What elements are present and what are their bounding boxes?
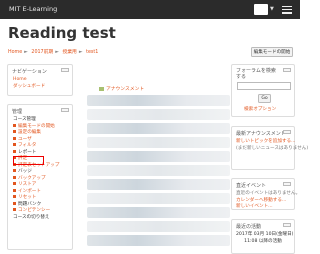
course-section-placeholder [87, 179, 230, 190]
upcoming-events-block: 直近イベント 直近のイベントはありません。 カレンダーへ移動する... 新しいイ… [231, 178, 301, 211]
breadcrumb-category[interactable]: 授業用 [62, 50, 76, 55]
no-events-text: 直近のイベントはありません。 [236, 191, 301, 196]
new-event-link[interactable]: 新しいイベント... [236, 204, 290, 211]
add-topic-link[interactable]: 新しいトピックを追加する... [236, 139, 296, 146]
gear-icon [13, 130, 16, 133]
activity-since-date: 2017年 03月 10日(金曜日) [236, 232, 294, 237]
breadcrumb-term[interactable]: 2017前期 [31, 50, 53, 55]
block-controls-icon[interactable] [61, 108, 69, 112]
administration-block: 管理 コース管理 編集モードの開始 設定の編集 ユーザ フィルタ レポート 評定… [7, 104, 73, 250]
course-section-placeholder [87, 165, 230, 176]
course-section-placeholder [87, 137, 230, 148]
no-news-text: (まだ新しいニュースはありません) [236, 145, 309, 151]
competency-icon [13, 208, 16, 211]
course-section-placeholder [87, 207, 230, 218]
turn-editing-on-button[interactable]: 編集モードの開始 [251, 47, 293, 57]
navigation-block: ナビゲーション Home ダッシュボード [7, 64, 73, 96]
reset-icon [13, 195, 16, 198]
course-section-placeholder [87, 193, 230, 204]
chart-icon [13, 149, 16, 153]
breadcrumb: Home ► 2017前期 ► 授業用 ► test1 [8, 50, 99, 55]
breadcrumb-course[interactable]: test1 [86, 50, 98, 55]
restore-icon [13, 182, 16, 185]
user-avatar[interactable] [254, 4, 268, 15]
user-icon [13, 136, 16, 140]
course-section-placeholder [87, 235, 230, 246]
course-section-placeholder [87, 151, 230, 162]
search-forums-block: フォーラムを検索する Go 検索オプション [231, 64, 295, 117]
pencil-icon [13, 123, 16, 127]
admin-item-switch-course[interactable]: コースの切り替え [13, 215, 72, 222]
backup-icon [13, 175, 16, 179]
top-navbar: MIT E-Learning ▼ [0, 0, 300, 19]
filter-icon [13, 143, 16, 146]
block-controls-icon[interactable] [283, 68, 291, 72]
user-menu-caret-icon[interactable]: ▼ [270, 6, 274, 12]
block-controls-icon[interactable] [283, 130, 291, 134]
go-button[interactable]: Go [258, 94, 271, 103]
blurred-course-content [87, 95, 230, 251]
course-section-placeholder [87, 109, 230, 120]
course-section-placeholder [87, 221, 230, 232]
users-highlight-box [13, 156, 44, 165]
news-forum-link[interactable]: アナウンスメント [99, 85, 144, 92]
site-brand[interactable]: MIT E-Learning [9, 5, 57, 13]
badge-icon [13, 169, 16, 172]
forum-search-input[interactable] [237, 82, 291, 90]
forum-icon [99, 86, 104, 91]
nav-item-dashboard[interactable]: ダッシュボード [13, 84, 72, 91]
breadcrumb-home[interactable]: Home [8, 50, 22, 55]
block-controls-icon[interactable] [283, 223, 291, 227]
block-controls-icon[interactable] [283, 182, 291, 186]
import-icon [13, 188, 16, 192]
course-section-placeholder [87, 95, 230, 106]
question-bank-icon [13, 201, 16, 205]
latest-announcements-block: 最新アナウンスメント 新しいトピックを追加する... (まだ新しいニュースはあり… [231, 126, 309, 170]
recent-activity-block: 最近の活動 2017年 03月 10日(金曜日) 11:08 以降の活動 [231, 219, 295, 254]
block-controls-icon[interactable] [61, 68, 69, 72]
hamburger-menu-icon[interactable] [282, 6, 292, 14]
activity-since-time: 11:08 以降の活動 [244, 238, 282, 244]
page-title: Reading test [8, 24, 116, 42]
advanced-search-link[interactable]: 検索オプション [244, 107, 276, 114]
course-section-placeholder [87, 123, 230, 134]
search-forums-title: フォーラムを検索する [236, 68, 276, 80]
